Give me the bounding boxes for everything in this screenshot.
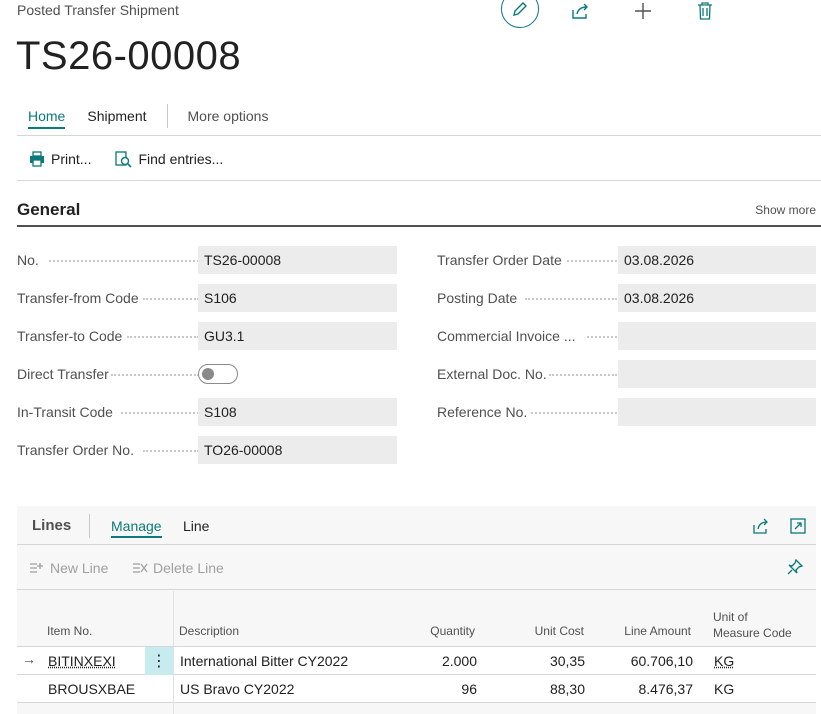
page-title: TS26-00008 (16, 34, 242, 78)
pin-icon (787, 558, 804, 575)
lines-header: Lines Manage Line (17, 506, 816, 545)
delete-line-icon (133, 563, 148, 573)
col-quantity[interactable]: Quantity (397, 624, 475, 638)
transfer-order-no-value[interactable]: TO26-00008 (198, 436, 397, 464)
col-uom-line2[interactable]: Measure Code (713, 626, 792, 640)
field-no: No. TS26-00008 (17, 246, 397, 274)
delete-button[interactable] (694, 0, 716, 22)
table-row[interactable]: BROUSXBAE US Bravo CY2022 96 88,30 8.476… (17, 675, 816, 703)
field-direct-transfer: Direct Transfer (17, 360, 397, 388)
expand-icon (790, 518, 806, 534)
show-more-link[interactable]: Show more (755, 203, 816, 217)
plus-icon (635, 3, 651, 19)
lines-title: Lines (32, 517, 72, 534)
find-entries-button[interactable]: Find entries... (103, 150, 235, 168)
uom-cell[interactable]: KG (714, 653, 734, 669)
delete-line-label: Delete Line (153, 560, 224, 576)
delete-line-button[interactable]: Delete Line (132, 560, 224, 576)
commercial-invoice-value[interactable] (618, 322, 816, 350)
field-in-transit-code: In-Transit Code S108 (17, 398, 397, 426)
field-transfer-to-code: Transfer-to Code GU3.1 (17, 322, 397, 350)
reference-no-value[interactable] (618, 398, 816, 426)
action-tabs: Home Shipment More options (17, 104, 821, 136)
page-caption: Posted Transfer Shipment (17, 2, 179, 18)
uom-cell[interactable]: KG (714, 681, 734, 697)
tab-more-options[interactable]: More options (177, 104, 280, 130)
field-commercial-invoice: Commercial Invoice ... (437, 322, 817, 350)
field-reference-no: Reference No. (437, 398, 817, 426)
pencil-icon (513, 2, 527, 16)
new-line-icon (30, 563, 43, 573)
unit-cost-cell[interactable]: 30,35 (495, 653, 585, 669)
direct-transfer-toggle[interactable] (198, 364, 238, 384)
unit-cost-cell[interactable]: 88,30 (495, 681, 585, 697)
share-icon (572, 3, 588, 19)
share-button[interactable] (570, 0, 592, 22)
lines-action-bar: New Line Delete Line (17, 546, 816, 590)
col-uom-line1[interactable]: Unit of (713, 610, 748, 624)
find-entries-icon (115, 150, 133, 168)
description-cell[interactable]: US Bravo CY2022 (180, 681, 294, 697)
new-line-button[interactable]: New Line (29, 560, 108, 576)
tab-home[interactable]: Home (17, 104, 76, 130)
quantity-cell[interactable]: 2.000 (397, 653, 477, 669)
lines-part: Lines Manage Line New Line Delete Line I… (17, 506, 816, 714)
home-action-bar: Print... Find entries... (17, 138, 821, 181)
item-no-cell[interactable]: BITINXEXI (48, 653, 116, 669)
tab-divider (166, 104, 168, 128)
field-transfer-order-no: Transfer Order No. TO26-00008 (17, 436, 397, 464)
tab-shipment[interactable]: Shipment (76, 104, 157, 130)
lines-expand-button[interactable] (788, 516, 808, 536)
print-button[interactable]: Print... (17, 151, 103, 167)
lines-tab-manage[interactable]: Manage (111, 518, 162, 538)
external-doc-no-value[interactable] (618, 360, 816, 388)
lines-share-button[interactable] (752, 516, 772, 536)
pin-button[interactable] (786, 558, 806, 578)
print-label: Print... (51, 151, 92, 167)
field-external-doc-no: External Doc. No. (437, 360, 817, 388)
field-transfer-from-code: Transfer-from Code S106 (17, 284, 397, 312)
in-transit-code-value[interactable]: S108 (198, 398, 397, 426)
grid-header-row: Item No. Description Quantity Unit Cost … (17, 591, 816, 647)
col-line-amount[interactable]: Line Amount (602, 624, 691, 638)
no-value[interactable]: TS26-00008 (198, 246, 397, 274)
column-divider (173, 591, 174, 714)
line-amount-cell[interactable]: 60.706,10 (602, 653, 693, 669)
trash-icon (698, 2, 712, 20)
line-amount-cell[interactable]: 8.476,37 (602, 681, 694, 697)
transfer-from-code-value[interactable]: S106 (198, 284, 397, 312)
col-unit-cost[interactable]: Unit Cost (495, 624, 584, 638)
item-no-cell[interactable]: BROUSXBAE (48, 681, 135, 697)
lines-tab-line[interactable]: Line (183, 518, 209, 534)
general-section-header: General Show more (17, 198, 821, 227)
field-transfer-order-date: Transfer Order Date 03.08.2026 (437, 246, 817, 274)
col-description[interactable]: Description (179, 624, 239, 638)
printer-icon (30, 151, 44, 167)
table-row[interactable]: → BITINXEXI ⋮ International Bitter CY202… (17, 647, 816, 675)
posting-date-value[interactable]: 03.08.2026 (618, 284, 816, 312)
row-menu-icon[interactable]: ⋮ (145, 647, 173, 675)
field-posting-date: Posting Date 03.08.2026 (437, 284, 817, 312)
current-row-arrow-icon: → (22, 651, 36, 667)
lines-divider (89, 514, 90, 538)
new-line-label: New Line (50, 560, 109, 576)
col-item-no[interactable]: Item No. (47, 624, 92, 638)
transfer-to-code-value[interactable]: GU3.1 (198, 322, 397, 350)
find-entries-label: Find entries... (138, 151, 224, 167)
lines-grid: Item No. Description Quantity Unit Cost … (17, 591, 816, 703)
edit-button[interactable] (501, 0, 539, 28)
new-button[interactable] (632, 0, 654, 22)
transfer-order-date-value[interactable]: 03.08.2026 (618, 246, 816, 274)
description-cell[interactable]: International Bitter CY2022 (180, 653, 348, 669)
general-title: General (17, 200, 81, 219)
share-icon (753, 518, 768, 534)
quantity-cell[interactable]: 96 (397, 681, 477, 697)
